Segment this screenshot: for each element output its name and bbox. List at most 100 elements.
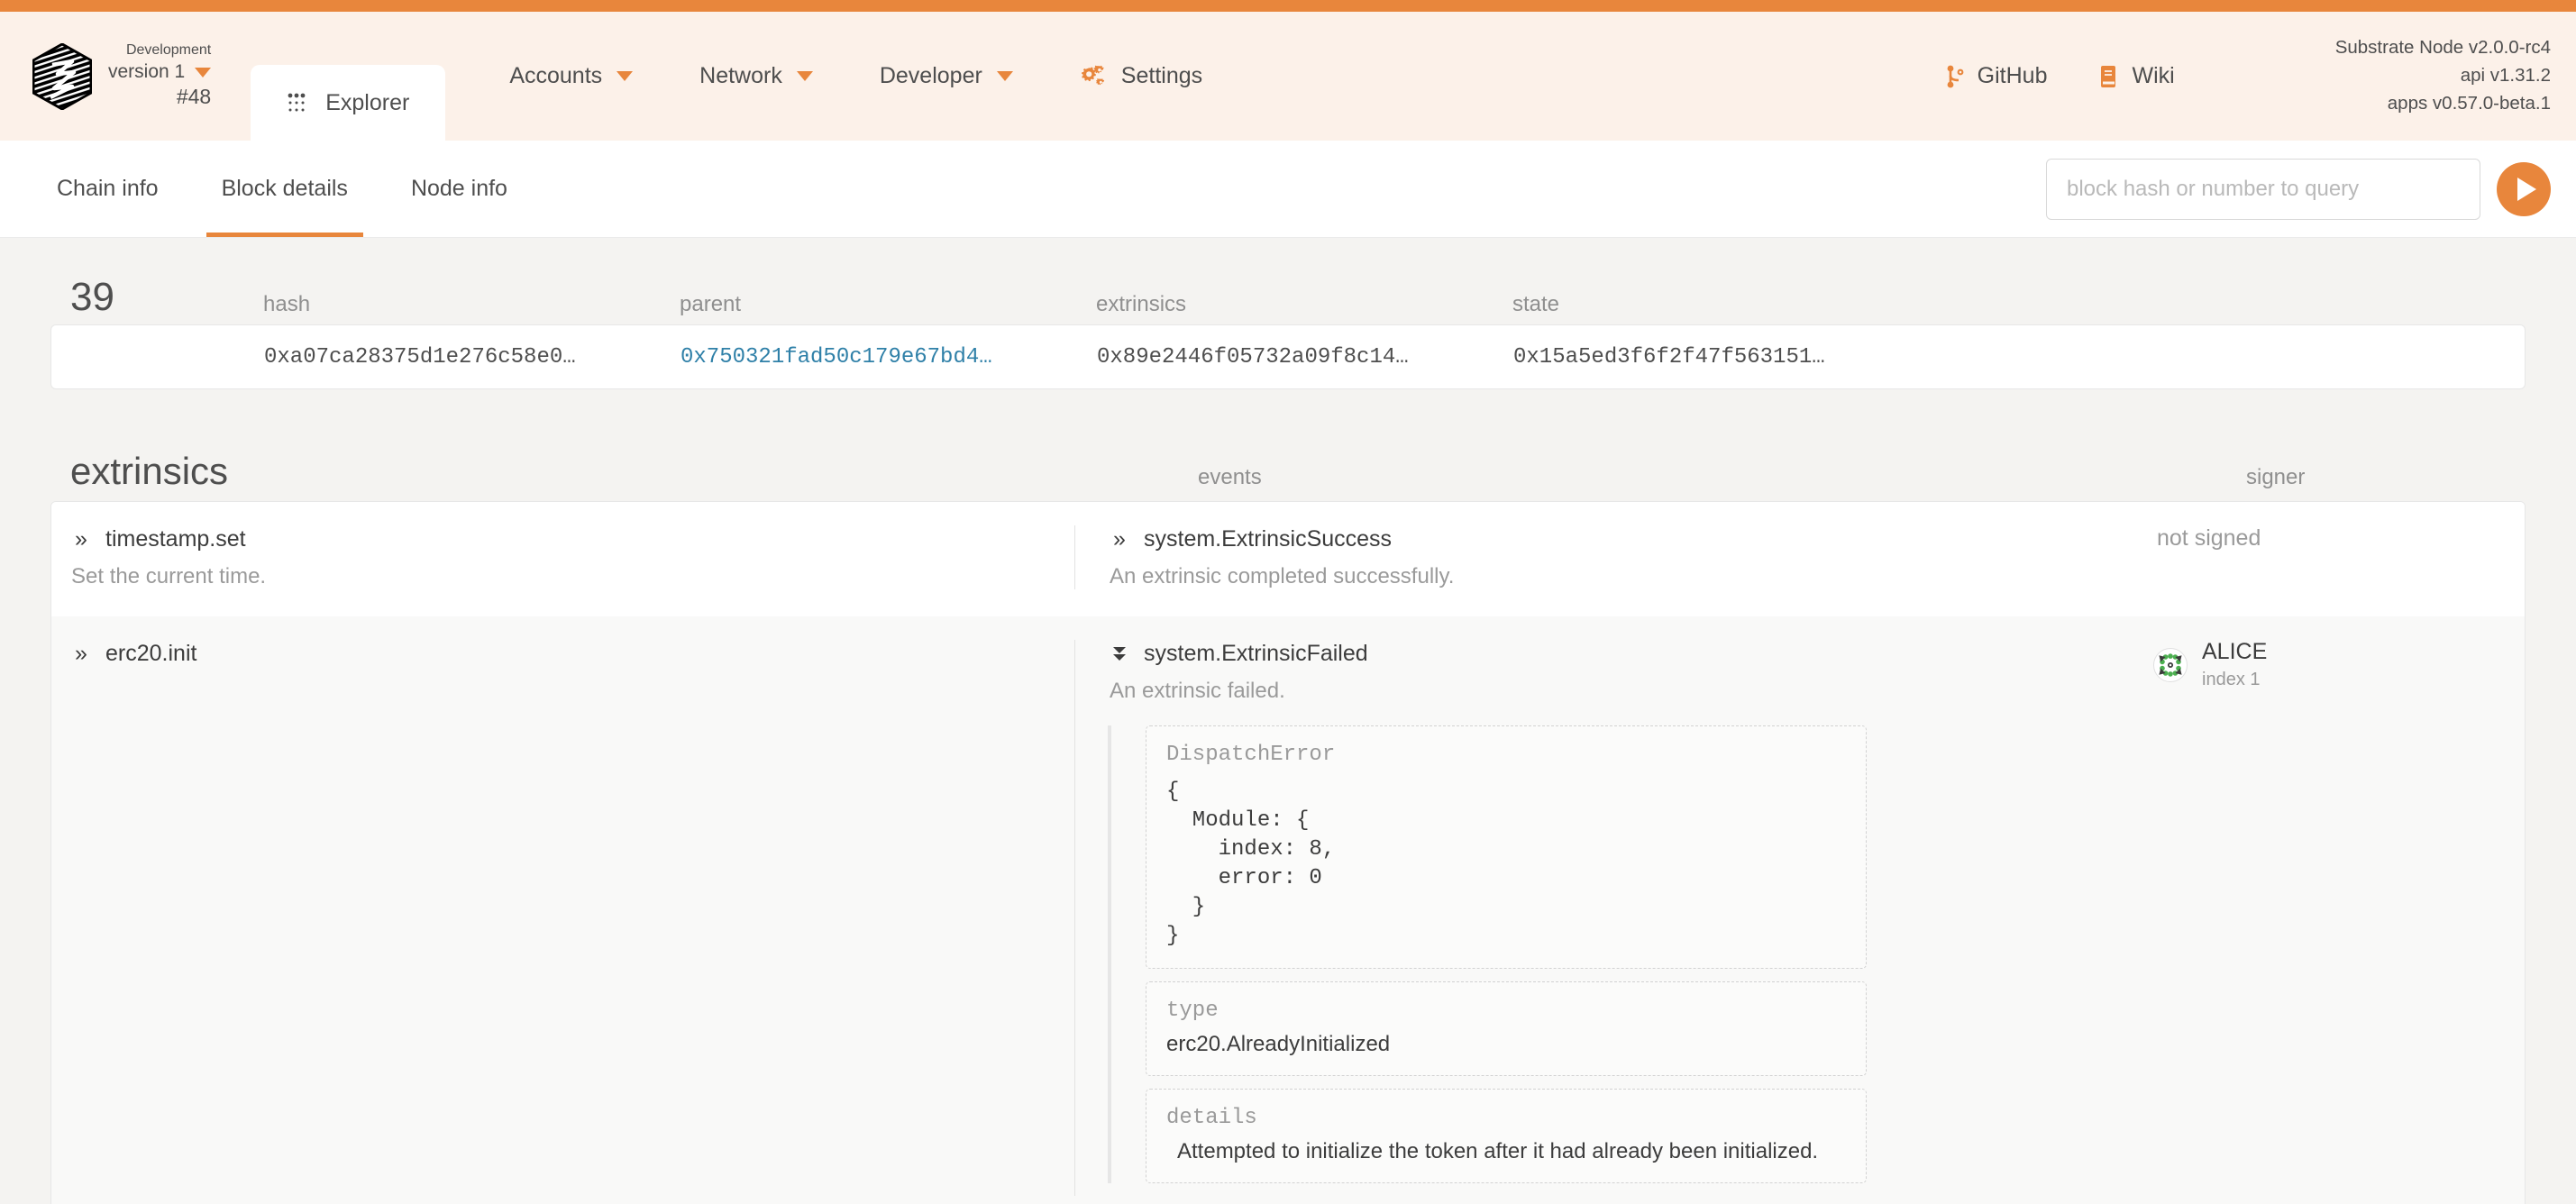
nav-item-developer[interactable]: Developer	[846, 63, 1046, 89]
book-icon	[2101, 65, 2116, 87]
signer-text-block: ALICE index 1	[2202, 639, 2268, 690]
tab-block-details[interactable]: Block details	[190, 141, 379, 237]
column-header-events: events	[1198, 465, 1262, 489]
column-header-hash: hash	[263, 292, 311, 316]
block-number: 39	[70, 275, 114, 319]
best-block-number: #48	[176, 85, 212, 109]
extrinsics-title: extrinsics	[70, 450, 229, 492]
wiki-link[interactable]: Wiki	[2072, 63, 2199, 89]
main-nav: Accounts Network Developer Settings	[476, 12, 1236, 141]
event-name-row[interactable]: » system.ExtrinsicSuccess	[1110, 525, 2105, 552]
column-header-extrinsics: extrinsics	[1096, 292, 1187, 316]
signer-account[interactable]: ALICE index 1	[2141, 639, 2525, 690]
play-triangle-icon	[2517, 177, 2536, 201]
block-hash-value: 0xa07ca28375d1e276c58e0…	[264, 344, 576, 369]
event-description: An extrinsic completed successfully.	[1110, 564, 1455, 588]
detail-code-value: { Module: { index: 8, error: 0 } }	[1166, 780, 1336, 948]
search-go-button[interactable]	[2497, 161, 2551, 216]
detail-label: DispatchError	[1166, 743, 1336, 767]
table-row: » erc20.init system.ExtrinsicFailed An e…	[51, 616, 2525, 1204]
tab-chain-info[interactable]: Chain info	[25, 141, 190, 237]
signer-cell: not signed	[2123, 525, 2525, 552]
app-header: Development version 1 #48 Explorer Accou…	[0, 12, 2576, 141]
header-right-group: GitHub Wiki Substrate Node v2.0.0-rc4 ap…	[1920, 12, 2576, 141]
version-info: Substrate Node v2.0.0-rc4 api v1.31.2 ap…	[2335, 34, 2551, 117]
event-name: system.ExtrinsicSuccess	[1144, 526, 1393, 552]
gear-icon	[1081, 65, 1104, 85]
chevron-right-double-icon[interactable]: »	[71, 640, 91, 667]
nav-item-settings-label: Settings	[1120, 63, 1203, 88]
brand-block[interactable]: Development version 1 #48	[0, 12, 231, 141]
tab-chain-info-label: Chain info	[57, 176, 159, 201]
extrinsic-cell[interactable]: » erc20.init	[51, 640, 1074, 667]
nav-item-network[interactable]: Network	[666, 63, 846, 89]
tab-node-info-label: Node info	[410, 176, 507, 201]
extrinsic-name: timestamp.set	[105, 526, 246, 552]
github-link[interactable]: GitHub	[1920, 63, 2073, 89]
nav-item-network-label: Network	[699, 63, 782, 88]
api-version: api v1.31.2	[2460, 65, 2551, 87]
column-header-parent: parent	[680, 292, 742, 316]
chevron-down-icon	[617, 71, 634, 81]
github-link-label: GitHub	[1977, 63, 2048, 88]
extrinsics-section-header: extrinsics events signer	[50, 389, 2526, 501]
nav-item-accounts-label: Accounts	[509, 63, 603, 88]
signer-index: index 1	[2202, 669, 2261, 689]
brand-text: Development version 1 #48	[108, 41, 212, 111]
detail-value: erc20.AlreadyInitialized	[1166, 1032, 1391, 1057]
chevron-down-icon	[996, 71, 1013, 81]
wiki-link-label: Wiki	[2132, 63, 2175, 88]
column-header-signer: signer	[2246, 465, 2306, 489]
tab-node-info[interactable]: Node info	[379, 141, 539, 237]
chevron-down-icon[interactable]	[195, 67, 212, 78]
nav-tab-explorer-label: Explorer	[325, 89, 410, 115]
chain-version-row[interactable]: version 1	[108, 60, 212, 85]
top-accent-bar	[0, 0, 2576, 12]
extrinsics-table: » timestamp.set Set the current time. » …	[50, 501, 2526, 1204]
chevron-right-double-icon[interactable]: »	[1110, 525, 1129, 552]
apps-version: apps v0.57.0-beta.1	[2387, 92, 2551, 114]
column-header-state: state	[1512, 292, 1560, 316]
detail-value: Attempted to initialize the token after …	[1177, 1139, 1819, 1164]
nav-item-accounts[interactable]: Accounts	[476, 63, 666, 89]
extrinsic-name-row[interactable]: » timestamp.set	[71, 525, 1074, 552]
signer-unsigned-label: not signed	[2157, 525, 2261, 551]
detail-label: details	[1166, 1106, 1257, 1131]
event-detail-list: DispatchError { Module: { index: 8, erro…	[1108, 725, 2105, 1184]
chain-version: version 1	[108, 60, 186, 82]
block-parent-hash-link[interactable]: 0x750321fad50c179e67bd4…	[681, 345, 1097, 369]
table-row: » timestamp.set Set the current time. » …	[51, 502, 2525, 616]
sub-tab-bar: Chain info Block details Node info	[0, 141, 2576, 238]
code-branch-icon	[1947, 65, 1964, 87]
block-summary-header: 39 hash parent extrinsics state	[50, 238, 2526, 324]
block-state-root: 0x15a5ed3f6f2f47f563151…	[1513, 344, 1825, 369]
chevron-down-icon	[796, 71, 813, 81]
main-content: 39 hash parent extrinsics state 0xa07ca2…	[0, 238, 2576, 1204]
detail-label: type	[1166, 999, 1219, 1024]
search-input[interactable]	[2046, 158, 2480, 220]
event-name: system.ExtrinsicFailed	[1144, 641, 1368, 666]
event-description: An extrinsic failed.	[1110, 679, 1285, 703]
event-detail-type: type erc20.AlreadyInitialized	[1146, 981, 1867, 1077]
signer-name: ALICE	[2202, 639, 2268, 664]
chevron-right-double-icon[interactable]: »	[71, 525, 91, 552]
events-cell: system.ExtrinsicFailed An extrinsic fail…	[1074, 640, 2123, 1197]
nav-item-developer-label: Developer	[879, 63, 982, 88]
extrinsic-cell[interactable]: » timestamp.set Set the current time.	[51, 525, 1074, 589]
extrinsic-name: erc20.init	[105, 641, 197, 666]
nav-item-settings[interactable]: Settings	[1046, 63, 1236, 89]
events-cell: » system.ExtrinsicSuccess An extrinsic c…	[1074, 525, 2123, 589]
chain-name: Development	[125, 42, 212, 59]
signer-cell: ALICE index 1	[2123, 639, 2525, 690]
event-name-row[interactable]: system.ExtrinsicFailed	[1110, 640, 2105, 667]
polkadot-identicon-green	[2153, 647, 2188, 682]
event-detail-details: details Attempted to initialize the toke…	[1146, 1089, 1867, 1184]
chevron-down-double-icon[interactable]	[1110, 642, 1129, 665]
substrate-hex-logo	[32, 42, 92, 110]
dots-grid-icon	[288, 93, 306, 112]
nav-tab-explorer[interactable]: Explorer	[251, 65, 446, 141]
extrinsic-name-row[interactable]: » erc20.init	[71, 640, 1074, 667]
extrinsic-description: Set the current time.	[71, 564, 267, 588]
block-search	[2046, 158, 2576, 220]
block-summary-row: 0xa07ca28375d1e276c58e0… 0x750321fad50c1…	[50, 324, 2526, 389]
